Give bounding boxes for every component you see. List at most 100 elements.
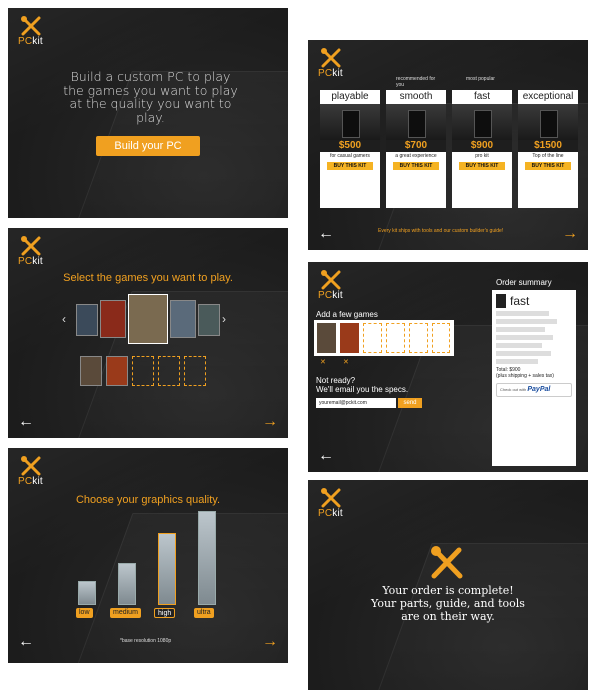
kit-footer-text: Every kit ships with tools and our custo… (378, 228, 504, 234)
empty-game-slot (432, 323, 450, 353)
pckit-logo: PCkit (318, 270, 348, 304)
order-total: Total: $900 (plus shipping + sales tax) (496, 367, 554, 379)
build-your-pc-button[interactable]: Build your PC (96, 136, 200, 156)
quality-medium-button[interactable]: medium (110, 608, 141, 618)
selected-game[interactable] (106, 356, 128, 386)
kit-price: $500 (320, 140, 380, 152)
buy-kit-button[interactable]: BUY THIS KIT (327, 162, 373, 170)
crossed-tools-icon (21, 16, 41, 36)
back-arrow-icon[interactable]: ← (318, 226, 334, 242)
screen-order: PCkit Add a few games ✕ ✕ Not ready? We'… (308, 262, 588, 472)
game-cover[interactable] (100, 300, 126, 338)
hero-text: Build a custom PC to play the games you … (63, 69, 238, 125)
quality-bar-high[interactable] (158, 533, 176, 605)
resolution-note: *base resolution 1080p (120, 638, 172, 644)
kit-name: exceptional (518, 90, 578, 104)
pckit-logo: PCkit (18, 456, 48, 490)
kit-card: smooth $700 a great experience BUY THIS … (386, 90, 446, 208)
forward-arrow-icon[interactable]: → (262, 414, 278, 430)
order-summary-title: Order summary (496, 278, 552, 287)
kit-list: playable $500 for casual gamers BUY THIS… (320, 90, 578, 208)
order-spec-lines (496, 311, 572, 364)
game-cover[interactable] (170, 300, 196, 338)
paypal-checkout-button[interactable]: Check out with PayPal (496, 383, 572, 397)
select-games-title: Select the games you want to play. (63, 272, 233, 284)
order-summary-card: fast Total: $900 (plus shipping + sales … (492, 290, 576, 466)
forward-arrow-icon[interactable]: → (262, 634, 278, 650)
pc-case-image (452, 104, 512, 140)
pckit-logo: PCkit (18, 236, 48, 270)
pc-case-image (320, 104, 380, 140)
empty-game-slot (409, 323, 428, 353)
carousel-prev-icon[interactable]: ‹ (62, 312, 66, 326)
empty-game-slot (184, 356, 206, 386)
games-box (314, 320, 454, 356)
pc-case-image (386, 104, 446, 140)
kit-price: $1500 (518, 140, 578, 152)
back-arrow-icon[interactable]: ← (318, 448, 334, 464)
kit-subtitle: Top of the line (532, 153, 564, 159)
buy-kit-button[interactable]: BUY THIS KIT (525, 162, 571, 170)
kit-card: fast $900 pro kit BUY THIS KIT (452, 90, 512, 208)
add-games-title: Add a few games (316, 310, 378, 319)
kit-name: fast (452, 90, 512, 104)
quality-high-button[interactable]: high (154, 608, 176, 618)
empty-game-slot (132, 356, 154, 386)
pckit-logo: PCkit (18, 16, 48, 50)
kit-name: smooth (386, 90, 446, 104)
crossed-tools-icon (21, 456, 41, 476)
screen-landing: PCkit Build a custom PC to play the game… (8, 8, 288, 218)
quality-low-button[interactable]: low (76, 608, 93, 618)
pckit-logo: PCkit (318, 488, 348, 522)
crossed-tools-icon (431, 546, 463, 579)
pc-case-icon (496, 294, 506, 308)
game-cover-selected[interactable] (128, 294, 168, 344)
empty-game-slot (158, 356, 180, 386)
quality-bar-medium[interactable] (118, 563, 136, 605)
kit-subtitle: for casual gamers (330, 153, 370, 159)
crossed-tools-icon (321, 48, 341, 68)
forward-arrow-icon[interactable]: → (562, 226, 578, 242)
kit-subtitle: pro kit (475, 153, 489, 159)
quality-bar-low[interactable] (78, 581, 96, 605)
kit-subtitle: a great experience (395, 153, 437, 159)
empty-game-slot (363, 323, 382, 353)
game-cover[interactable] (76, 304, 98, 336)
not-ready-text: Not ready? We'll email you the specs. (316, 376, 409, 394)
empty-game-slot (386, 323, 405, 353)
kit-price: $700 (386, 140, 446, 152)
remove-game-icon[interactable]: ✕ (320, 358, 326, 366)
game-cover[interactable] (198, 304, 220, 336)
email-field[interactable]: youremail@pckit.com (316, 398, 396, 408)
crossed-tools-icon (21, 236, 41, 256)
crossed-tools-icon (321, 270, 341, 290)
back-arrow-icon[interactable]: ← (18, 414, 34, 430)
order-kit-name: fast (510, 294, 530, 308)
buy-kit-button[interactable]: BUY THIS KIT (459, 162, 505, 170)
kit-card: playable $500 for casual gamers BUY THIS… (320, 90, 380, 208)
order-complete-message: Your order is complete! Your parts, guid… (371, 584, 525, 623)
crossed-tools-icon (321, 488, 341, 508)
screen-graphics: PCkit Choose your graphics quality. low … (8, 448, 288, 663)
graphics-quality-title: Choose your graphics quality. (75, 494, 221, 506)
screen-games: PCkit Select the games you want to play.… (8, 228, 288, 438)
back-arrow-icon[interactable]: ← (18, 634, 34, 650)
quality-ultra-button[interactable]: ultra (194, 608, 214, 618)
selected-game[interactable] (80, 356, 102, 386)
kit-name: playable (320, 90, 380, 104)
screen-kits: PCkit recommended for you most popular p… (308, 40, 588, 250)
buy-kit-button[interactable]: BUY THIS KIT (393, 162, 439, 170)
pckit-logo: PCkit (318, 48, 348, 82)
remove-game-icon[interactable]: ✕ (343, 358, 349, 366)
carousel-next-icon[interactable]: › (222, 312, 226, 326)
selected-game[interactable] (317, 323, 336, 353)
popular-annotation: most popular (466, 76, 495, 82)
screen-complete: PCkit Your order is complete! Your parts… (308, 480, 588, 690)
quality-bar-ultra[interactable] (198, 511, 216, 605)
selected-game[interactable] (340, 323, 359, 353)
recommended-annotation: recommended for you (396, 76, 436, 88)
pc-case-image (518, 104, 578, 140)
kit-card: exceptional $1500 Top of the line BUY TH… (518, 90, 578, 208)
kit-price: $900 (452, 140, 512, 152)
send-button[interactable]: send (398, 398, 422, 408)
